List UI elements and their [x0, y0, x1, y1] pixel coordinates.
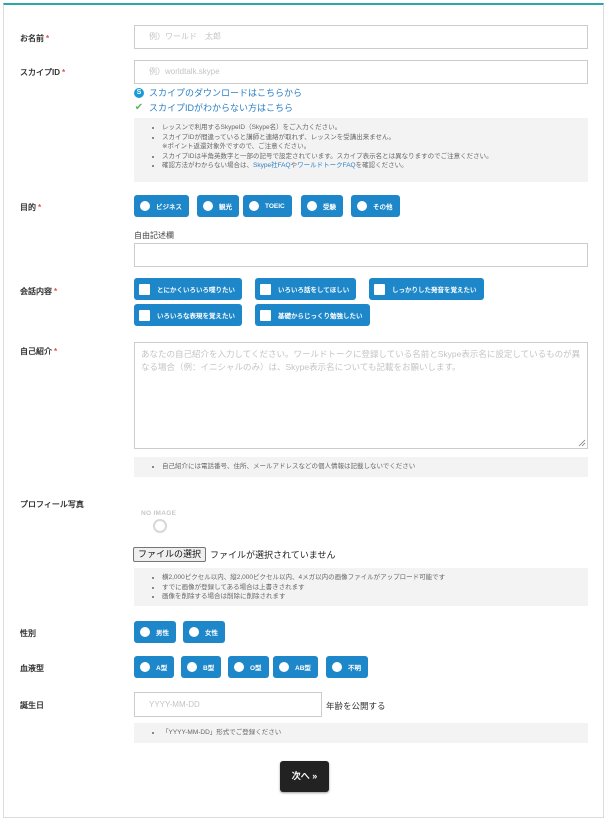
purpose-option-business[interactable]: ビジネス — [134, 195, 189, 217]
blood-option-a[interactable]: A型 — [134, 656, 175, 678]
conversation-label: 会話内容 * — [20, 287, 58, 296]
blood-type-label: 血液型 — [20, 664, 44, 673]
purpose-label: 目的 * — [20, 203, 42, 212]
check-icon: ✔ — [134, 102, 144, 113]
conversation-option-expressions[interactable]: いろいろな表現を覚えたい — [134, 304, 242, 326]
skype-faq-link[interactable]: Skype社FAQ — [253, 162, 291, 169]
age-public-checkbox[interactable]: 年齢を公開する — [326, 700, 386, 712]
gender-label: 性別 — [20, 629, 36, 638]
birthday-input[interactable]: YYYY-MM-DD — [134, 692, 322, 717]
radio-icon — [140, 662, 150, 672]
conversation-option-basics[interactable]: 基礎からじっくり勉強したい — [255, 304, 370, 326]
radio-icon — [189, 627, 199, 637]
skype-notes: レッスンで利用するSkypeID（Skype名）をご入力ください。 スカイプID… — [134, 118, 588, 182]
photo-label: プロフィール写真 — [20, 500, 84, 509]
purpose-option-exam[interactable]: 受験 — [301, 195, 343, 217]
next-button[interactable]: 次へ » — [280, 761, 329, 792]
skype-icon: S — [134, 87, 144, 98]
skype-id-help-link[interactable]: ✔ スカイプIDがわからない方はこちら — [134, 101, 293, 114]
radio-icon — [140, 627, 150, 637]
radio-icon — [140, 201, 150, 211]
photo-notes: 横2,000ピクセル以内、縦2,000ピクセル以内、4メガ以内の画像ファイルがア… — [134, 568, 588, 606]
gender-option-male[interactable]: 男性 — [134, 621, 176, 643]
radio-icon — [234, 662, 244, 672]
checkbox-icon — [139, 283, 150, 295]
radio-icon — [249, 201, 259, 211]
blood-option-ab[interactable]: AB型 — [273, 656, 318, 678]
file-status: ファイルが選択されていません — [210, 550, 336, 560]
skype-faq-note: 確認方法がわからない場合は、Skype社FAQやワールドトークFAQを確認くださ… — [162, 161, 588, 171]
blood-option-b[interactable]: B型 — [181, 656, 222, 678]
name-input[interactable]: 例）ワールド 太郎 — [134, 25, 588, 49]
birthday-note: 「YYYY-MM-DD」形式でご登録ください — [134, 723, 588, 743]
gender-option-female[interactable]: 女性 — [183, 621, 225, 643]
birthday-label: 誕生日 — [20, 701, 44, 710]
radio-icon — [203, 201, 213, 211]
free-text-label: 自由記述欄 — [134, 231, 174, 240]
resize-grip-icon[interactable] — [578, 439, 586, 447]
file-select-button[interactable]: ファイルの選択 — [133, 547, 207, 562]
checkbox-icon — [260, 309, 271, 321]
conversation-option-pronunciation[interactable]: しっかりした発音を覚えたい — [369, 278, 484, 300]
intro-label: 自己紹介 * — [20, 347, 58, 356]
conversation-option-listen[interactable]: いろいろ話をしてほしい — [255, 278, 357, 300]
skype-label: スカイプID * — [20, 68, 66, 77]
purpose-free-text-input[interactable] — [134, 243, 588, 267]
intro-note: 自己紹介には電話番号、住所、メールアドレスなどの個人情報は記載しないでください — [134, 457, 588, 477]
no-image-placeholder: NO IMAGE — [141, 510, 183, 536]
purpose-option-other[interactable]: その他 — [351, 195, 400, 217]
worldtalk-faq-link[interactable]: ワールドトークFAQ — [297, 162, 356, 169]
blood-option-unknown[interactable]: 不明 — [326, 656, 368, 678]
skype-download-link[interactable]: S スカイプのダウンロードはこちらから — [134, 86, 302, 99]
radio-icon — [187, 662, 197, 672]
intro-textarea[interactable]: あなたの自己紹介を入力してください。ワールドトークに登録している名前とSkype… — [134, 342, 588, 449]
purpose-option-sightseeing[interactable]: 観光 — [197, 195, 239, 217]
conversation-option-talk-a-lot[interactable]: とにかくいろいろ喋りたい — [134, 278, 242, 300]
blood-option-o[interactable]: O型 — [228, 656, 269, 678]
camera-icon — [153, 519, 167, 533]
radio-icon — [332, 662, 342, 672]
checkbox-icon — [260, 283, 271, 295]
skype-id-input[interactable]: 例）worldtalk.skype — [134, 60, 588, 84]
radio-icon — [279, 662, 289, 672]
radio-icon — [357, 201, 367, 211]
checkbox-icon — [374, 283, 385, 295]
radio-icon — [307, 201, 317, 211]
checkbox-icon — [139, 309, 150, 321]
purpose-option-toeic[interactable]: TOEIC — [243, 195, 292, 217]
name-label: お名前 * — [20, 34, 50, 43]
